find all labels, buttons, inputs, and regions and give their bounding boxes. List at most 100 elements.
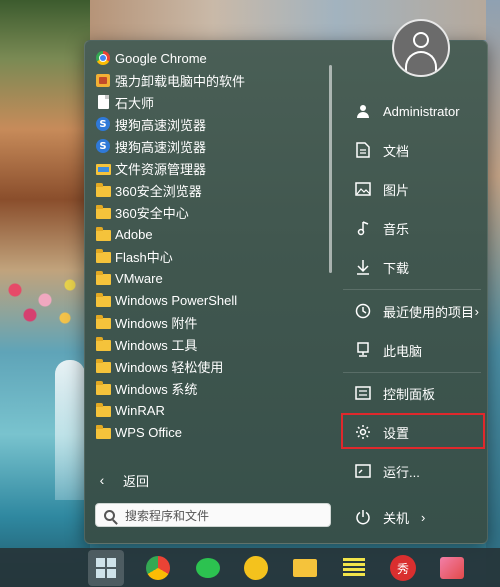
music-link[interactable]: 音乐 <box>337 210 487 246</box>
program-label: Windows 系统 <box>115 381 198 397</box>
chevron-right-icon: › <box>474 303 479 319</box>
folder-icon <box>95 226 111 242</box>
program-folder-flash[interactable]: Flash中心 <box>91 245 327 267</box>
places-divider <box>343 372 481 373</box>
music-icon <box>353 220 373 236</box>
program-folder-ease-of-access[interactable]: Windows 轻松使用 <box>91 355 327 377</box>
program-folder-system[interactable]: Windows 系统 <box>91 377 327 399</box>
taskbar-notes[interactable] <box>339 553 369 583</box>
sogou-browser-icon: S <box>95 116 111 132</box>
program-folder-wps[interactable]: WPS Office <box>91 421 327 443</box>
recent-items-label: 最近使用的项目 <box>383 304 475 320</box>
program-item-sogou-browser[interactable]: S 搜狗高速浏览器 <box>91 113 327 135</box>
program-label: VMware <box>115 270 163 286</box>
program-label: 强力卸载电脑中的软件 <box>115 73 246 89</box>
back-button[interactable]: ‹ 返回 <box>95 469 149 491</box>
program-label: Windows PowerShell <box>115 292 238 308</box>
wallpaper-flowers <box>0 270 90 330</box>
program-folder-vmware[interactable]: VMware <box>91 267 327 289</box>
taskbar-chrome[interactable] <box>143 553 173 583</box>
photos-icon <box>440 557 464 579</box>
user-avatar[interactable] <box>392 19 450 77</box>
control-panel-icon <box>353 386 373 400</box>
folder-icon <box>95 424 111 440</box>
clock-icon <box>353 303 373 319</box>
run-icon <box>353 464 373 478</box>
program-folder-powershell[interactable]: Windows PowerShell <box>91 289 327 311</box>
sogou-browser-icon: S <box>95 138 111 154</box>
shutdown-button[interactable]: 关机 › <box>337 499 487 535</box>
program-item-uninstaller[interactable]: 强力卸载电脑中的软件 <box>91 69 327 91</box>
folder-icon <box>95 402 111 418</box>
run-link[interactable]: 运行... <box>337 453 487 489</box>
program-folder-accessories[interactable]: Windows 附件 <box>91 311 327 333</box>
search-icon <box>104 509 115 521</box>
file-explorer-icon <box>293 559 317 577</box>
this-pc-label: 此电脑 <box>383 343 423 359</box>
program-label: 360安全浏览器 <box>115 183 202 199</box>
program-label: 石大师 <box>115 95 155 111</box>
settings-highlight-box <box>341 413 485 449</box>
control-panel-link[interactable]: 控制面板 <box>337 375 487 411</box>
recent-items-link[interactable]: 最近使用的项目 › <box>337 293 487 329</box>
folder-icon <box>95 380 111 396</box>
program-label: Adobe <box>115 226 153 242</box>
program-folder-360-center[interactable]: 360安全中心 <box>91 201 327 223</box>
wallpaper-edge <box>486 0 500 587</box>
taskbar-file-explorer[interactable] <box>290 553 320 583</box>
places-divider <box>343 289 481 290</box>
folder-icon <box>95 358 111 374</box>
program-folder-360-browser[interactable]: 360安全浏览器 <box>91 179 327 201</box>
taskbar-wechat[interactable] <box>193 553 223 583</box>
pictures-label: 图片 <box>383 182 410 198</box>
start-menu-places-pane: Administrator 文档 图片 音乐 下载 最近使用的项目 › 此电脑 … <box>337 19 487 543</box>
run-label: 运行... <box>383 464 420 480</box>
program-folder-tools[interactable]: Windows 工具 <box>91 333 327 355</box>
program-label: 360安全中心 <box>115 205 189 221</box>
search-input[interactable]: 搜索程序和文件 <box>95 503 331 527</box>
document-icon <box>353 142 373 158</box>
start-icon <box>96 558 116 578</box>
folder-icon <box>95 270 111 286</box>
taskbar-photos[interactable] <box>437 553 467 583</box>
folder-icon <box>95 292 111 308</box>
document-icon <box>95 94 111 110</box>
program-label: WinRAR <box>115 402 165 418</box>
taskbar-sogou[interactable]: 秀 <box>388 553 418 583</box>
chevron-right-icon[interactable]: › <box>421 510 425 525</box>
start-button[interactable] <box>88 550 124 586</box>
chevron-left-icon: ‹ <box>99 472 105 488</box>
program-folder-adobe[interactable]: Adobe <box>91 223 327 245</box>
back-label: 返回 <box>123 473 150 489</box>
program-item-shidashi[interactable]: 石大师 <box>91 91 327 113</box>
program-label: Flash中心 <box>115 249 173 265</box>
pictures-link[interactable]: 图片 <box>337 171 487 207</box>
program-label: Windows 附件 <box>115 315 198 331</box>
sogou-red-icon: 秀 <box>390 555 416 581</box>
program-item-file-explorer[interactable]: 文件资源管理器 <box>91 157 327 179</box>
user-body-icon <box>405 51 437 73</box>
this-pc-link[interactable]: 此电脑 <box>337 332 487 368</box>
chrome-icon <box>95 50 111 66</box>
documents-link[interactable]: 文档 <box>337 132 487 168</box>
power-icon <box>353 509 373 525</box>
program-label: WPS Office <box>115 424 182 440</box>
shutdown-label: 关机 <box>383 510 410 526</box>
program-folder-winrar[interactable]: WinRAR <box>91 399 327 421</box>
program-list-scrollbar[interactable] <box>329 65 332 273</box>
taskbar-app[interactable] <box>241 553 271 583</box>
program-item-sogou-browser[interactable]: S 搜狗高速浏览器 <box>91 135 327 157</box>
program-item-google-chrome[interactable]: Google Chrome <box>91 47 327 69</box>
notes-icon <box>343 558 365 578</box>
program-label: 搜狗高速浏览器 <box>115 139 207 155</box>
start-menu-program-pane: Google Chrome 强力卸载电脑中的软件 石大师 S 搜狗高速浏览器 S搜… <box>85 41 335 543</box>
folder-icon <box>95 248 111 264</box>
user-name-link[interactable]: Administrator <box>337 93 487 129</box>
folder-icon <box>95 314 111 330</box>
program-label: 文件资源管理器 <box>115 161 207 177</box>
control-panel-label: 控制面板 <box>383 386 436 402</box>
program-label: 搜狗高速浏览器 <box>115 117 207 133</box>
wallpaper-fountain <box>55 360 85 500</box>
downloads-link[interactable]: 下载 <box>337 249 487 285</box>
chrome-icon <box>146 556 170 580</box>
